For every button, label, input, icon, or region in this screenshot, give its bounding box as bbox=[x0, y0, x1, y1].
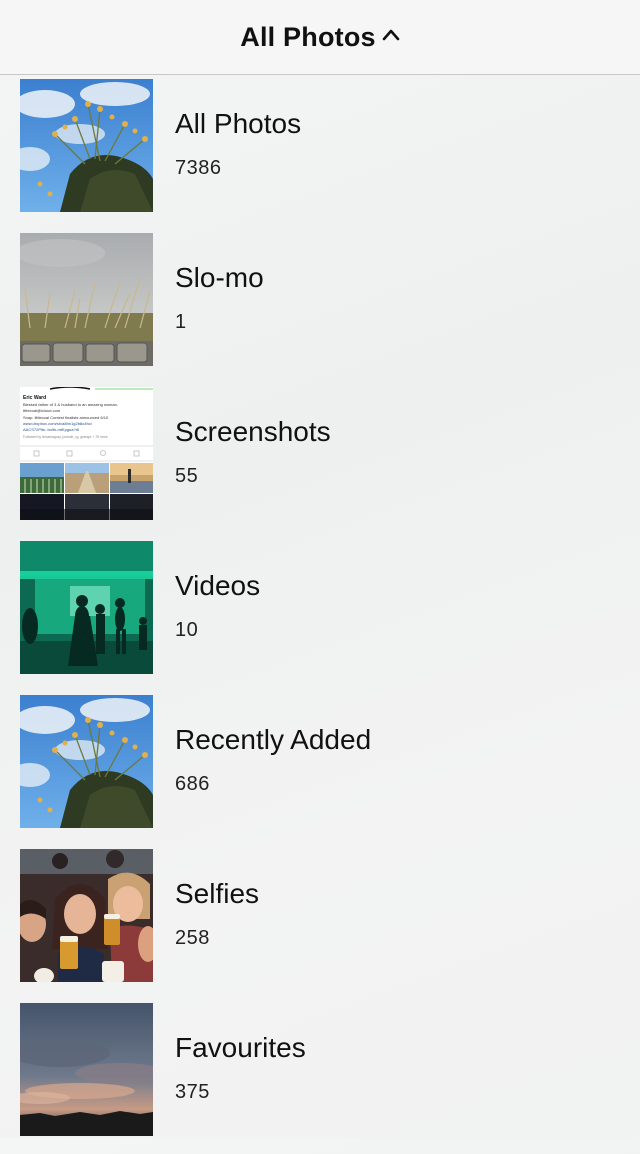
chevron-up-icon[interactable] bbox=[382, 26, 400, 44]
album-row-all-photos[interactable]: All Photos 7386 bbox=[0, 76, 640, 230]
album-count: 7386 bbox=[175, 157, 222, 179]
album-count: 10 bbox=[175, 619, 199, 641]
sky-flowers-thumbnail bbox=[20, 79, 153, 212]
album-count: 55 bbox=[175, 465, 199, 487]
album-row-screenshots[interactable]: Eric Ward Blessed father of 3 & husband … bbox=[0, 384, 640, 538]
album-row-selfies[interactable]: Selfies 258 bbox=[0, 846, 640, 1000]
album-name: Slo-mo bbox=[175, 262, 264, 293]
album-count: 375 bbox=[175, 1081, 210, 1103]
album-count: 686 bbox=[175, 773, 210, 795]
album-name: Videos bbox=[175, 570, 261, 601]
sunset-clouds-thumbnail bbox=[20, 1003, 153, 1136]
screenshot-bio-line: Blessed father of 3 & husband to an amaz… bbox=[23, 402, 118, 407]
album-picker-title[interactable]: All Photos bbox=[240, 22, 376, 53]
screenshot-link-line: AACS72Plbr..bu9k-mtKpgua?dl bbox=[23, 427, 79, 432]
album-count: 258 bbox=[175, 927, 210, 949]
screenshot-followed-line: Followed by lemaniagcsy, jonhale_rg, gra… bbox=[23, 435, 108, 439]
grass-wall-thumbnail bbox=[20, 233, 153, 366]
profile-screenshot-thumbnail: Eric Ward Blessed father of 3 & husband … bbox=[20, 387, 153, 520]
album-name: Recently Added bbox=[175, 724, 372, 755]
album-count: 1 bbox=[175, 311, 187, 333]
album-row-slo-mo[interactable]: Slo-mo 1 bbox=[0, 230, 640, 384]
group-selfie-thumbnail bbox=[20, 849, 153, 982]
album-list: All Photos 7386 Slo-mo 1 Eric Ward Bless… bbox=[0, 76, 640, 1138]
screenshot-bio-line: Snap: littlecoal Contest finalists annou… bbox=[23, 415, 109, 420]
screenshot-link-line: www.dropbox.com/sh/a8hn1g2b8o4hc/ bbox=[23, 421, 93, 426]
album-name: Screenshots bbox=[175, 416, 331, 447]
album-row-recently-added[interactable]: Recently Added 686 bbox=[0, 692, 640, 846]
sky-flowers-thumbnail bbox=[20, 695, 153, 828]
screenshot-profile-name: Eric Ward bbox=[23, 395, 46, 401]
album-name: All Photos bbox=[175, 108, 302, 139]
album-picker-header[interactable]: All Photos bbox=[0, 0, 640, 75]
green-party-thumbnail bbox=[20, 541, 153, 674]
album-name: Selfies bbox=[175, 878, 260, 909]
screenshot-bio-line: ttttecoal@icloud.com bbox=[23, 408, 61, 413]
album-name: Favourites bbox=[175, 1032, 306, 1063]
album-row-favourites[interactable]: Favourites 375 bbox=[0, 1000, 640, 1154]
album-row-videos[interactable]: Videos 10 bbox=[0, 538, 640, 692]
